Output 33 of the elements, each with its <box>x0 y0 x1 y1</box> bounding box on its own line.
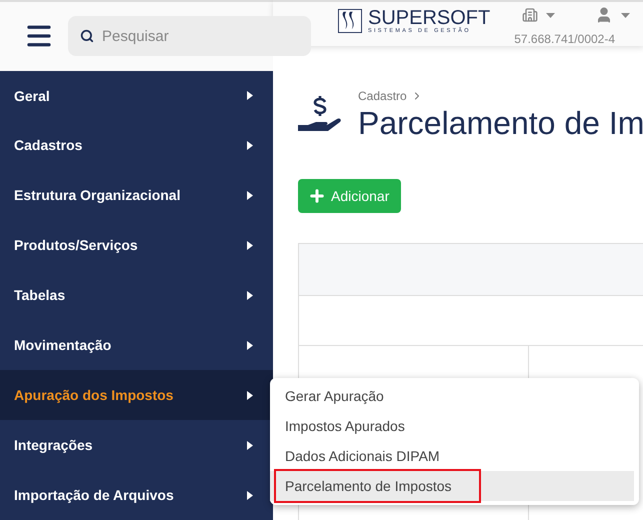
sidebar-item[interactable]: Tabelas <box>0 270 273 320</box>
sidebar-item[interactable]: Movimentação <box>0 320 273 370</box>
caret-icon <box>247 290 253 300</box>
sidebar-item[interactable]: Integrações <box>0 420 273 470</box>
page-title: Parcelamento de Im <box>358 105 643 142</box>
menu-item[interactable]: Dados Adicionais DIPAM <box>270 441 634 471</box>
caret-icon <box>247 490 253 500</box>
caret-icon <box>247 140 253 150</box>
sidebar-item[interactable]: Produtos/Serviços <box>0 220 273 270</box>
caret-icon <box>247 91 253 100</box>
logo-name: SUPERSOFT <box>368 8 490 28</box>
menu-item[interactable]: Gerar Apuração <box>270 381 634 411</box>
logo-icon <box>338 9 362 33</box>
caret-icon <box>247 390 253 400</box>
menu-item[interactable]: Impostos Apurados <box>270 411 634 441</box>
menu-item[interactable]: Parcelamento de Impostos <box>270 471 634 501</box>
caret-icon <box>621 12 630 18</box>
caret-icon <box>546 12 556 18</box>
sidebar-item[interactable]: Importação de Arquivos <box>0 470 273 520</box>
caret-icon <box>247 440 253 450</box>
breadcrumb-link[interactable]: Cadastro <box>358 89 407 103</box>
sidebar-item[interactable]: Estrutura Organizacional <box>0 170 273 220</box>
search-field[interactable]: Pesquisar <box>68 16 311 56</box>
company-id: 57.668.741/0002-4 <box>514 32 616 46</box>
sidebar-item[interactable]: Apuração dos Impostos <box>0 370 273 420</box>
search-icon <box>80 29 94 44</box>
caret-icon <box>247 340 253 350</box>
sidebar-item[interactable]: Cadastros <box>0 120 273 170</box>
plus-icon <box>308 187 326 205</box>
caret-icon <box>247 190 253 200</box>
caret-icon <box>247 240 253 250</box>
sidebar-item[interactable]: Geral <box>0 70 273 120</box>
building-icon[interactable] <box>522 7 538 23</box>
